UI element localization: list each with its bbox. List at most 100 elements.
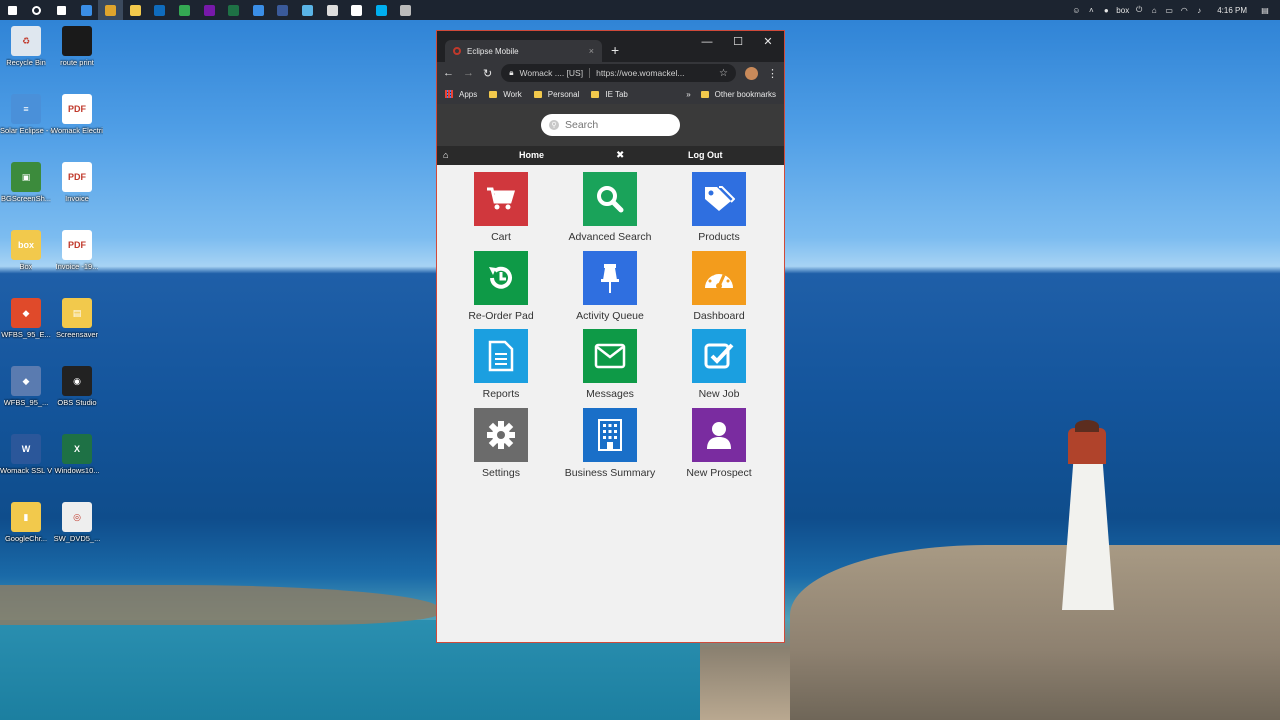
task-view-icon[interactable] — [49, 0, 74, 20]
more-bookmarks-chevron-icon[interactable]: » — [686, 90, 690, 99]
app-tile[interactable]: Business Summary — [560, 408, 660, 479]
app-tile-label[interactable]: New Job — [699, 388, 740, 400]
volume-icon[interactable]: ♪ — [1194, 5, 1204, 15]
reorder-icon[interactable] — [474, 250, 528, 305]
close-icon[interactable]: ✖ — [616, 146, 624, 165]
desktop-icon[interactable]: X Windows10... — [52, 434, 102, 475]
document-icon[interactable] — [474, 329, 528, 384]
forward-icon[interactable]: → — [463, 67, 474, 79]
desktop-icon[interactable]: PDF Invoice — [52, 162, 102, 203]
tab-close-icon[interactable]: × — [589, 46, 594, 56]
app-tile[interactable]: Cart — [451, 172, 551, 243]
nav-logout[interactable]: Log Out — [688, 146, 723, 165]
app-tile-label[interactable]: Products — [698, 231, 739, 243]
lock-icon[interactable]: 🔒︎ — [509, 68, 513, 78]
browser-tab[interactable]: Eclipse Mobile × — [445, 40, 602, 62]
bookmark-ietab[interactable]: IE Tab — [591, 90, 628, 99]
desktop-icon[interactable]: ♻ Recycle Bin — [1, 26, 51, 67]
cart-icon[interactable] — [474, 172, 528, 226]
desktop-icon[interactable]: PDF Invoice -19... — [52, 230, 102, 271]
battery-icon[interactable]: ▭ — [1164, 5, 1174, 15]
bookmark-star-icon[interactable]: ☆ — [719, 68, 728, 79]
bookmark-personal[interactable]: Personal — [533, 90, 579, 99]
todo-icon[interactable] — [246, 0, 271, 20]
nav-home[interactable]: Home — [519, 146, 544, 165]
app-tile[interactable]: Advanced Search — [560, 172, 660, 243]
app-tile-label[interactable]: Dashboard — [693, 310, 744, 322]
box-tray-label[interactable]: box — [1116, 6, 1129, 15]
site-identity[interactable]: Womack .... [US] — [519, 68, 583, 78]
cortana-search-icon[interactable] — [25, 0, 50, 20]
chrome-tray-icon[interactable]: ● — [1101, 5, 1111, 15]
skype-icon[interactable] — [369, 0, 394, 20]
app-tile-label[interactable]: New Prospect — [686, 467, 751, 479]
search-input[interactable] — [565, 119, 665, 131]
app-tile-label[interactable]: Settings — [482, 467, 520, 479]
file-explorer-icon[interactable] — [123, 0, 148, 20]
app-tile-label[interactable]: Activity Queue — [576, 310, 644, 322]
back-icon[interactable]: ← — [443, 67, 454, 79]
app-tile[interactable]: Activity Queue — [560, 250, 660, 322]
desktop-icon[interactable]: ▤ Screensaver — [52, 298, 102, 339]
maximize-button[interactable]: ☐ — [723, 33, 753, 51]
pushpin-icon[interactable] — [583, 250, 637, 305]
app-icon[interactable] — [271, 0, 296, 20]
tags-icon[interactable] — [692, 172, 746, 226]
app-tile[interactable]: Messages — [560, 329, 660, 400]
gauge-icon[interactable] — [692, 250, 746, 305]
network-icon[interactable]: ⌂ — [1149, 5, 1159, 15]
clock-app-icon[interactable] — [394, 0, 419, 20]
app4-icon[interactable] — [344, 0, 369, 20]
wifi-icon[interactable]: ◠ — [1179, 5, 1189, 15]
windows-start-icon[interactable] — [0, 0, 25, 20]
search-box[interactable]: ⚲ — [541, 114, 680, 136]
desktop-icon[interactable]: ◆ WFBS_95_E... — [1, 298, 51, 339]
chevron-up-icon[interactable]: ˄ — [1086, 5, 1096, 15]
onenote-icon[interactable] — [197, 0, 222, 20]
magnifier-icon[interactable] — [583, 172, 637, 226]
notification-icon[interactable]: ▤ — [1260, 5, 1270, 15]
edge-icon[interactable] — [74, 0, 99, 20]
bookmark-apps[interactable]: Apps — [445, 90, 477, 99]
app-tile[interactable]: Dashboard — [669, 250, 769, 322]
minimize-button[interactable]: — — [692, 33, 722, 51]
bookmark-other[interactable]: Other bookmarks — [700, 90, 776, 99]
app-tile-label[interactable]: Re-Order Pad — [468, 310, 533, 322]
app-tile[interactable]: New Prospect — [669, 408, 769, 479]
app-tile-label[interactable]: Reports — [483, 388, 520, 400]
profile-avatar[interactable] — [745, 66, 758, 80]
desktop-icon[interactable]: ◉ OBS Studio — [52, 366, 102, 407]
clock[interactable]: 4:16 PM — [1217, 6, 1247, 15]
app-tile-label[interactable]: Advanced Search — [569, 231, 652, 243]
app-tile[interactable]: New Job — [669, 329, 769, 400]
app-tile-label[interactable]: Cart — [491, 231, 511, 243]
app-tile[interactable]: Settings — [451, 408, 551, 479]
app-tile[interactable]: Reports — [451, 329, 551, 400]
person-icon[interactable] — [692, 408, 746, 463]
app-tile-label[interactable]: Messages — [586, 388, 634, 400]
desktop-icon[interactable]: box Box — [1, 230, 51, 271]
url-text[interactable]: https://woe.womackel... — [596, 68, 713, 78]
app2-icon[interactable] — [295, 0, 320, 20]
app-tile[interactable]: Re-Order Pad — [451, 250, 551, 322]
app3-icon[interactable] — [320, 0, 345, 20]
app-tile-label[interactable]: Business Summary — [565, 467, 655, 479]
new-tab-button[interactable]: + — [611, 41, 619, 59]
power-icon[interactable]: ⏻ — [1134, 5, 1144, 15]
desktop-icon[interactable]: PDF Womack Electric - Tra... — [51, 94, 103, 135]
app-tile[interactable]: Products — [669, 172, 769, 243]
reload-icon[interactable]: ↻ — [483, 67, 492, 80]
desktop-icon[interactable]: ◆ WFBS_95_... — [1, 366, 51, 407]
menu-icon[interactable]: ⋮ — [767, 67, 778, 80]
building-icon[interactable] — [583, 408, 637, 463]
address-bar[interactable]: 🔒︎ Womack .... [US] https://woe.womackel… — [501, 64, 736, 82]
outlook-icon[interactable] — [148, 0, 173, 20]
desktop-icon[interactable]: ▮ GoogleChr... — [1, 502, 51, 543]
desktop-icon[interactable]: route print — [52, 26, 102, 67]
chrome-alt-icon[interactable] — [172, 0, 197, 20]
desktop-icon[interactable]: ≡ Solar Eclipse - eclipse — [0, 94, 52, 135]
desktop-icon[interactable]: W Womack SSL VPN for Users — [0, 434, 52, 475]
chrome-icon[interactable] — [98, 0, 123, 20]
home-icon[interactable]: ⌂ — [443, 146, 448, 165]
bookmark-work[interactable]: Work — [489, 90, 522, 99]
